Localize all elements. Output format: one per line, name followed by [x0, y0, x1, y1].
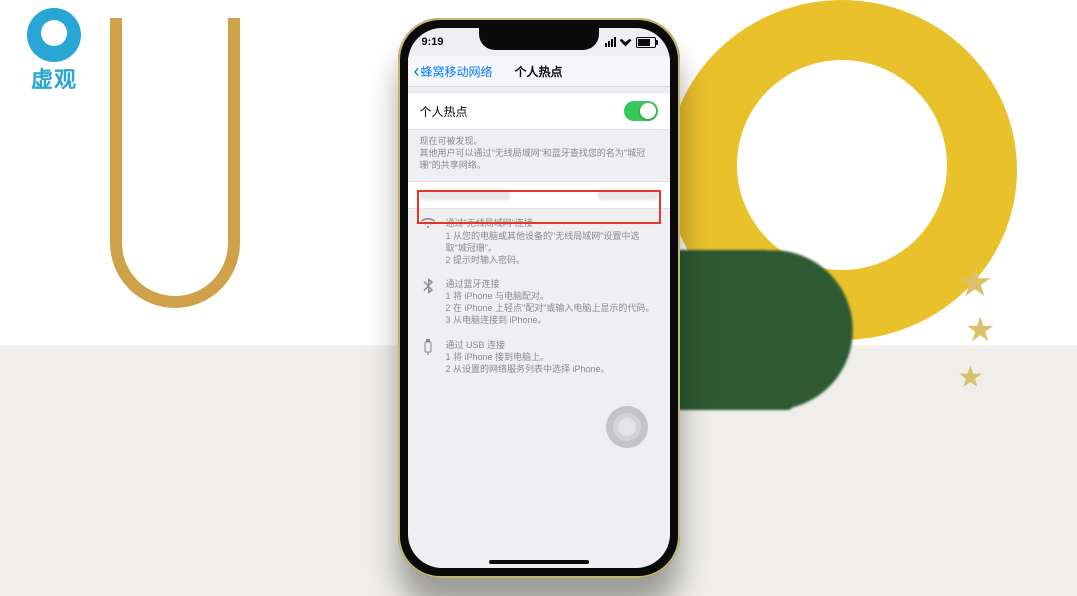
iphone-frame: 9:19 ‹ 蜂窝移动网络 个人热点 个人热点 — [398, 18, 680, 578]
battery-icon — [636, 37, 656, 48]
nav-bar: ‹ 蜂窝移动网络 个人热点 — [408, 56, 670, 87]
back-label: 蜂窝移动网络 — [421, 63, 493, 80]
hotspot-toggle-switch[interactable] — [624, 101, 658, 121]
usb-instructions: 通过 USB 连接 1 将 iPhone 接到电脑上。 2 从设置的网络服务列表… — [408, 331, 670, 379]
usb-instr-step1: 1 将 iPhone 接到电脑上。 — [446, 351, 610, 363]
hotspot-toggle-row[interactable]: 个人热点 — [408, 92, 670, 130]
bt-instr-title: 通过蓝牙连接 — [446, 278, 655, 290]
chevron-left-icon: ‹ — [414, 62, 420, 80]
wifi-instr-step2: 2 提示时输入密码。 — [446, 254, 658, 266]
page-title: 个人热点 — [514, 63, 562, 80]
watermark-logo: 虚观 — [12, 8, 96, 92]
discover-line2: 其他用户可以通过"无线局域网"和蓝牙查找您的名为"城冠珊"的共享网络。 — [420, 147, 658, 171]
usb-instr-title: 通过 USB 连接 — [446, 339, 610, 351]
password-value-blurred — [598, 190, 658, 200]
bt-instr-step2: 2 在 iPhone 上轻点"配对"或输入电脑上显示的代码。 — [446, 302, 655, 314]
bluetooth-instructions: 通过蓝牙连接 1 将 iPhone 与电脑配对。 2 在 iPhone 上轻点"… — [408, 270, 670, 331]
wifi-status-icon — [620, 38, 632, 47]
settings-content: 个人热点 现在可被发现。 其他用户可以通过"无线局域网"和蓝牙查找您的名为"城冠… — [408, 86, 670, 568]
home-indicator[interactable] — [489, 560, 589, 564]
status-time: 9:19 — [422, 36, 444, 48]
watermark-text: 虚观 — [12, 62, 96, 94]
wifi-icon — [420, 217, 436, 266]
discoverable-footer: 现在可被发现。 其他用户可以通过"无线局域网"和蓝牙查找您的名为"城冠珊"的共享… — [408, 130, 670, 181]
wifi-password-row[interactable] — [408, 181, 670, 209]
gold-stars-prop: ★★★ — [957, 260, 1017, 420]
discover-line1: 现在可被发现。 — [420, 135, 658, 147]
bluetooth-icon — [420, 278, 436, 327]
photo-scene: ★★★ 虚观 9:19 ‹ 蜂窝移动网络 个人热点 — [0, 0, 1077, 596]
wifi-instr-title: 通过"无线局域网"连接 — [446, 217, 658, 229]
bt-instr-step1: 1 将 iPhone 与电脑配对。 — [446, 290, 655, 302]
usb-icon — [420, 339, 436, 375]
phone-screen: 9:19 ‹ 蜂窝移动网络 个人热点 个人热点 — [408, 28, 670, 568]
usb-instr-step2: 2 从设置的网络服务列表中选择 iPhone。 — [446, 363, 610, 375]
assistive-touch-button[interactable] — [606, 406, 648, 448]
phone-notch — [479, 28, 599, 50]
bt-instr-step3: 3 从电脑连接到 iPhone。 — [446, 314, 655, 326]
wifi-instructions: 通过"无线局域网"连接 1 从您的电脑或其他设备的"无线局域网"设置中选取"城冠… — [408, 209, 670, 270]
password-label-blurred — [420, 190, 510, 200]
back-button[interactable]: ‹ 蜂窝移动网络 — [414, 62, 493, 80]
cell-signal-icon — [605, 37, 616, 47]
logo-icon — [27, 8, 81, 62]
hotspot-toggle-label: 个人热点 — [420, 103, 468, 120]
wifi-instr-step1: 1 从您的电脑或其他设备的"无线局域网"设置中选取"城冠珊"。 — [446, 230, 658, 254]
candle-holder-prop — [110, 18, 240, 308]
